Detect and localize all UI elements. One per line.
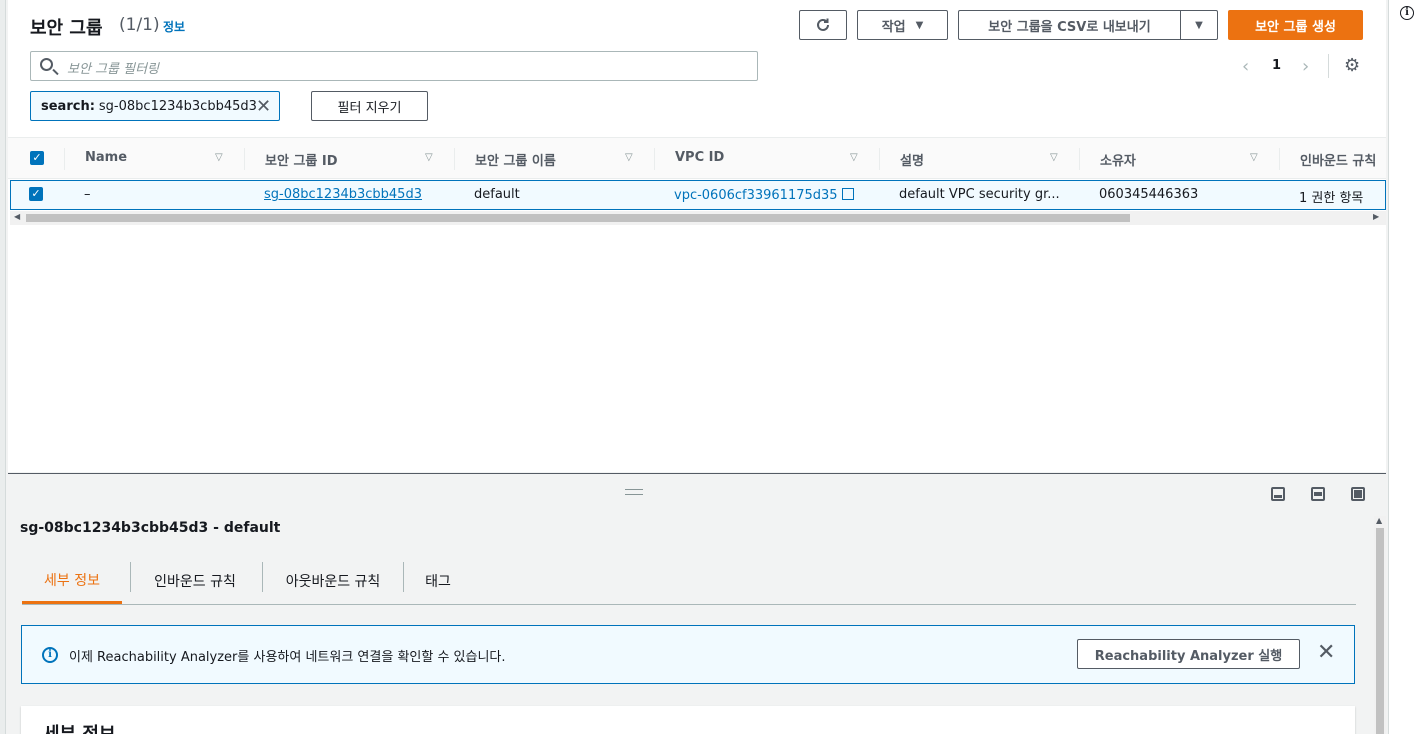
sort-icon[interactable]: ▽ <box>425 152 433 163</box>
selection-count: (1/1) <box>119 15 160 35</box>
filter-token: search: sg-08bc1234b3cbb45d3 ✕ <box>30 91 280 121</box>
filter-token-key: search: <box>41 98 95 114</box>
cell-name: – <box>84 187 91 202</box>
detail-tabs: 세부 정보 인바운드 규칙 아웃바운드 규칙 태그 <box>22 558 1356 605</box>
search-placeholder: 보안 그룹 필터링 <box>67 62 159 77</box>
tab-divider <box>403 562 404 592</box>
scrollbar-thumb[interactable] <box>1376 528 1384 734</box>
info-icon: i <box>42 647 58 663</box>
column-header-name[interactable]: Name <box>85 150 127 165</box>
tab-divider <box>262 562 263 592</box>
close-icon[interactable]: ✕ <box>256 96 271 117</box>
cell-owner: 060345446363 <box>1099 187 1199 202</box>
refresh-button[interactable] <box>799 10 847 40</box>
left-edge <box>0 0 6 734</box>
table-row[interactable]: ✓ – sg-08bc1234b3cbb45d3 default vpc-060… <box>10 180 1386 210</box>
detail-panel: sg-08bc1234b3cbb45d3 - default 세부 정보 인바운… <box>8 473 1386 734</box>
column-divider <box>64 148 65 170</box>
panel-full-icon[interactable] <box>1351 487 1365 501</box>
column-divider <box>654 148 655 170</box>
gear-icon[interactable]: ⚙ <box>1344 57 1360 75</box>
column-header-owner[interactable]: 소유자 <box>1100 150 1136 169</box>
tab-inbound-rules[interactable]: 인바운드 규칙 <box>134 558 256 604</box>
table-header: ✓ Name ▽ 보안 그룹 ID ▽ 보안 그룹 이름 ▽ VPC ID ▽ … <box>8 137 1386 179</box>
search-icon <box>40 58 53 71</box>
vpc-id-text: vpc-0606cf33961175d35 <box>674 188 838 203</box>
filter-token-value: sg-08bc1234b3cbb45d3 <box>98 98 257 114</box>
page-title: 보안 그룹 <box>30 18 103 39</box>
scroll-up-icon[interactable]: ▲ <box>1376 516 1382 525</box>
sort-icon[interactable]: ▽ <box>625 152 633 163</box>
create-security-group-button[interactable]: 보안 그룹 생성 <box>1228 10 1363 40</box>
column-divider <box>454 148 455 170</box>
page: i 보안 그룹 (1/1) 정보 작업 ▼ 보안 그룹을 CSV로 내보내기 ▼… <box>0 0 1420 734</box>
column-divider <box>1079 148 1080 170</box>
info-alert: i 이제 Reachability Analyzer를 사용하여 네트워크 연결… <box>21 625 1355 684</box>
sort-icon[interactable]: ▽ <box>215 152 223 163</box>
scroll-right-icon[interactable]: ▶ <box>1373 212 1379 221</box>
column-header-description[interactable]: 설명 <box>900 150 924 169</box>
info-icon[interactable]: i <box>1400 6 1414 20</box>
column-divider <box>879 148 880 170</box>
column-header-vpc-id[interactable]: VPC ID <box>675 150 724 165</box>
security-group-id-link[interactable]: sg-08bc1234b3cbb45d3 <box>264 187 422 202</box>
actions-button[interactable]: 작업 ▼ <box>857 10 948 40</box>
chevron-right-icon[interactable]: › <box>1302 56 1309 77</box>
sort-icon[interactable]: ▽ <box>850 152 858 163</box>
scroll-left-icon[interactable]: ◀ <box>14 212 20 221</box>
pager-divider <box>1328 54 1329 78</box>
actions-label: 작업 <box>881 19 906 35</box>
detail-title: sg-08bc1234b3cbb45d3 - default <box>20 520 281 536</box>
column-header-sg-name[interactable]: 보안 그룹 이름 <box>475 150 556 169</box>
security-groups-panel: 보안 그룹 (1/1) 정보 작업 ▼ 보안 그룹을 CSV로 내보내기 ▼ 보… <box>8 0 1386 472</box>
column-header-sg-id[interactable]: 보안 그룹 ID <box>265 150 338 169</box>
details-heading: 세부 정보 <box>43 720 116 734</box>
cell-description: default VPC security gr... <box>899 187 1060 202</box>
tab-divider <box>130 562 131 592</box>
sort-icon[interactable]: ▽ <box>1250 152 1258 163</box>
select-all-checkbox[interactable]: ✓ <box>30 151 44 165</box>
alert-message: 이제 Reachability Analyzer를 사용하여 네트워크 연결을 … <box>69 650 506 665</box>
resize-handle-icon[interactable] <box>625 489 643 495</box>
current-page[interactable]: 1 <box>1272 58 1281 73</box>
scrollbar-thumb[interactable] <box>26 214 1130 222</box>
run-reachability-analyzer-button[interactable]: Reachability Analyzer 실행 <box>1077 639 1300 669</box>
export-dropdown-button[interactable]: ▼ <box>1180 10 1218 40</box>
column-divider <box>244 148 245 170</box>
vertical-scrollbar[interactable]: ▲ <box>1374 516 1386 734</box>
vpc-id-link[interactable]: vpc-0606cf33961175d35 <box>674 187 854 203</box>
info-link[interactable]: 정보 <box>163 18 185 35</box>
chevron-left-icon[interactable]: ‹ <box>1242 56 1249 77</box>
horizontal-scrollbar[interactable]: ◀ ▶ <box>10 211 1386 225</box>
refresh-icon <box>817 18 829 31</box>
caret-down-icon: ▼ <box>1195 19 1203 31</box>
cell-security-group-name: default <box>474 187 520 202</box>
column-divider <box>1279 148 1280 170</box>
tab-outbound-rules[interactable]: 아웃바운드 규칙 <box>266 558 400 604</box>
close-icon[interactable]: ✕ <box>1317 640 1335 665</box>
tab-details[interactable]: 세부 정보 <box>22 558 122 604</box>
tab-tags[interactable]: 태그 <box>408 558 468 604</box>
panel-split-icon[interactable] <box>1311 487 1325 501</box>
export-csv-button[interactable]: 보안 그룹을 CSV로 내보내기 <box>958 10 1181 40</box>
panel-bottom-icon[interactable] <box>1271 487 1285 501</box>
cell-inbound-rules: 1 권한 항목 <box>1299 191 1364 206</box>
details-card: 세부 정보 <box>21 706 1355 734</box>
search-input[interactable]: 보안 그룹 필터링 <box>30 51 758 81</box>
sort-icon[interactable]: ▽ <box>1050 152 1058 163</box>
column-header-inbound-rules[interactable]: 인바운드 규칙 <box>1300 150 1384 169</box>
caret-down-icon: ▼ <box>915 19 924 31</box>
clear-filters-button[interactable]: 필터 지우기 <box>311 91 428 121</box>
row-checkbox[interactable]: ✓ <box>29 187 43 201</box>
right-rail <box>1388 0 1420 734</box>
external-link-icon <box>841 188 854 200</box>
